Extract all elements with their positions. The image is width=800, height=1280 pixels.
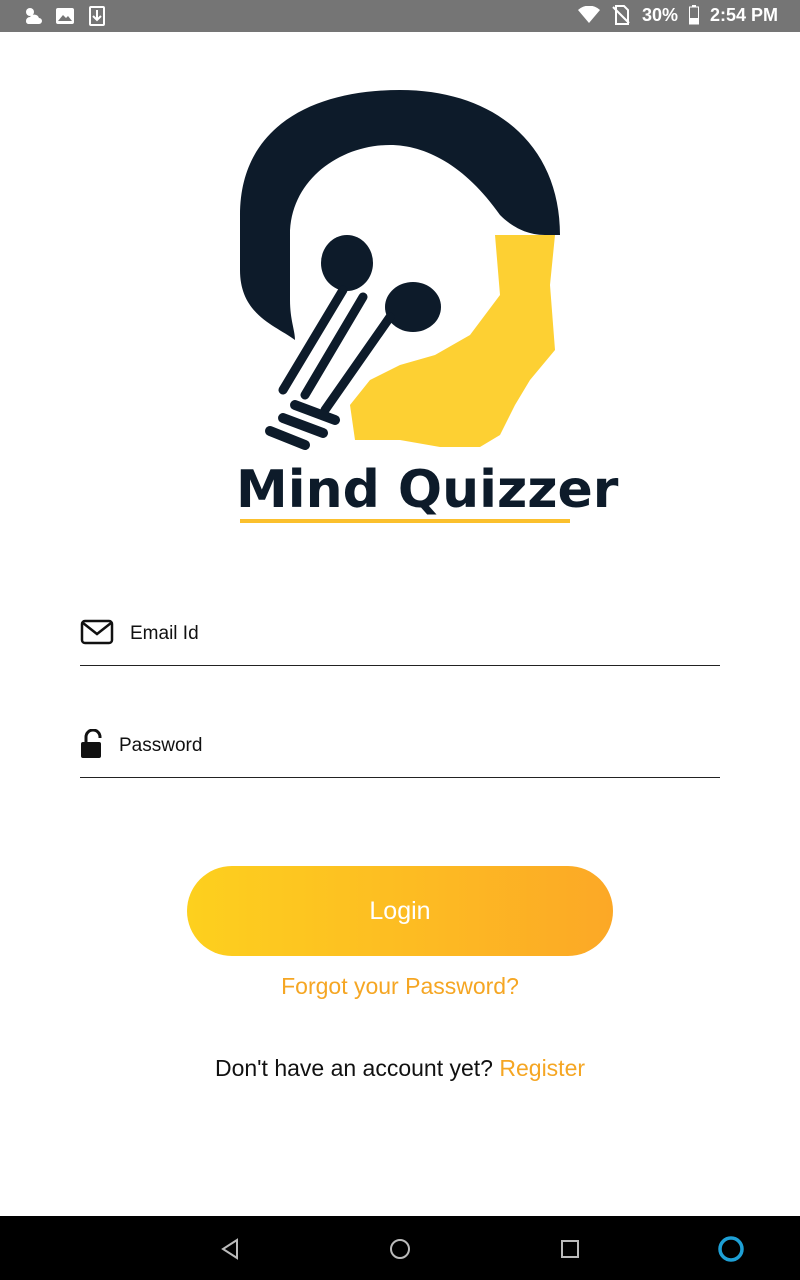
mail-icon (80, 617, 114, 651)
login-button[interactable]: Login (187, 866, 613, 956)
brand-name: Mind Quizzer (236, 460, 619, 520)
home-icon[interactable] (387, 1236, 413, 1262)
email-field[interactable]: Email Id (80, 605, 720, 666)
download-notification-icon (86, 5, 108, 27)
register-prompt: Don't have an account yet? (214, 1055, 493, 1081)
password-label: Password (119, 735, 203, 756)
battery-icon (688, 4, 700, 26)
forgot-password-link[interactable]: Forgot your Password? (0, 973, 800, 1000)
logo-face-shape (350, 235, 555, 447)
clock: 2:54 PM (709, 4, 778, 25)
weather-icon (22, 5, 44, 27)
recents-icon[interactable] (557, 1236, 583, 1262)
register-row: Don't have an account yet? Register (0, 1055, 800, 1082)
assistant-icon[interactable] (716, 1234, 746, 1264)
unlock-icon (80, 728, 114, 763)
email-label: Email Id (130, 623, 199, 644)
no-sim-icon (610, 4, 632, 26)
password-field[interactable]: Password (80, 717, 720, 778)
back-icon[interactable] (217, 1236, 243, 1262)
navigation-bar (0, 1216, 800, 1280)
register-link[interactable]: Register (499, 1055, 585, 1081)
battery-percentage: 30% (641, 4, 678, 25)
wifi-icon (577, 4, 600, 26)
brand-underline (240, 519, 570, 523)
status-bar: 30% 2:54 PM (0, 0, 800, 32)
image-notification-icon (54, 5, 76, 27)
